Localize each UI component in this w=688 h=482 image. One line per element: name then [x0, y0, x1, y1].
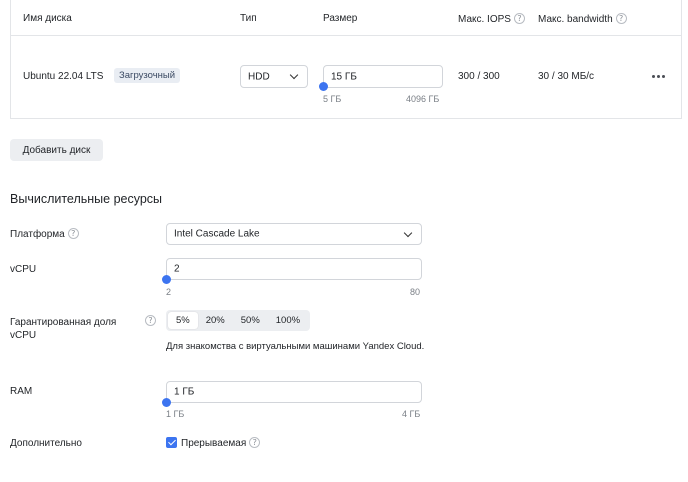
disk-size-value: 15 ГБ: [331, 71, 357, 82]
disk-size-slider-thumb[interactable]: [319, 82, 328, 91]
disk-size-min: 5 ГБ: [323, 94, 342, 104]
ram-max: 4 ГБ: [402, 409, 421, 419]
boot-disk-badge: Загрузочный: [114, 68, 181, 83]
more-actions-icon[interactable]: [652, 70, 667, 81]
compute-section-title: Вычислительные ресурсы: [10, 192, 163, 206]
column-header-max-bandwidth-label: Макс. bandwidth: [538, 14, 613, 25]
help-icon[interactable]: ?: [513, 13, 525, 24]
table-header-divider: [11, 35, 681, 36]
core-fraction-option-20[interactable]: 20%: [198, 312, 233, 329]
ram-value: 1 ГБ: [174, 386, 195, 398]
disk-size-max: 4096 ГБ: [406, 94, 440, 104]
ram-min: 1 ГБ: [166, 409, 185, 419]
column-header-max-iops: Макс. IOPS?: [458, 13, 525, 25]
platform-select[interactable]: Intel Cascade Lake: [166, 223, 422, 245]
vcpu-max: 80: [410, 287, 421, 297]
help-icon[interactable]: ?: [67, 228, 79, 239]
core-fraction-option-5[interactable]: 5%: [168, 312, 198, 329]
platform-label: Платформа?: [10, 228, 79, 240]
core-fraction-note: Для знакомства с виртуальными машинами Y…: [166, 341, 425, 352]
column-header-type: Тип: [240, 13, 257, 24]
disk-type-value: HDD: [248, 71, 270, 82]
chevron-down-icon: [289, 70, 299, 80]
help-icon[interactable]: ?: [615, 13, 627, 24]
preemptible-label[interactable]: Прерываемая: [181, 438, 246, 449]
preemptible-option: Прерываемая?: [181, 437, 261, 449]
vcpu-value: 2: [174, 263, 180, 275]
add-disk-button[interactable]: Добавить диск: [10, 139, 103, 161]
additional-label: Дополнительно: [10, 438, 82, 449]
vcpu-input[interactable]: 2: [166, 258, 422, 280]
column-header-max-bandwidth: Макс. bandwidth?: [538, 13, 627, 25]
ram-label: RAM: [10, 386, 33, 397]
core-fraction-segmented-control: 5% 20% 50% 100%: [166, 310, 311, 331]
core-fraction-option-100[interactable]: 100%: [268, 312, 308, 329]
ram-input[interactable]: 1 ГБ: [166, 381, 422, 403]
column-header-name: Имя диска: [23, 13, 72, 24]
platform-label-text: Платформа: [10, 229, 65, 240]
vcpu-min: 2: [166, 287, 172, 297]
help-icon[interactable]: ?: [249, 437, 261, 448]
disk-bandwidth: 30 / 30 МБ/с: [538, 71, 595, 82]
preemptible-checkbox[interactable]: [166, 437, 177, 448]
ram-slider-thumb[interactable]: [162, 398, 171, 407]
disk-iops: 300 / 300: [458, 71, 500, 82]
column-header-max-iops-label: Макс. IOPS: [458, 14, 511, 25]
column-header-size: Размер: [323, 13, 358, 24]
vcpu-label: vCPU: [10, 264, 37, 275]
help-icon[interactable]: ?: [145, 315, 156, 326]
vcpu-slider-thumb[interactable]: [162, 275, 171, 284]
disk-type-select[interactable]: HDD: [240, 65, 308, 88]
disk-name: Ubuntu 22.04 LTS: [23, 71, 104, 82]
disk-table: Имя диска Тип Размер Макс. IOPS? Макс. b…: [10, 0, 682, 119]
platform-value: Intel Cascade Lake: [174, 228, 260, 240]
core-fraction-label: Гарантированная доля vCPU: [10, 317, 117, 341]
disk-size-input[interactable]: 15 ГБ: [323, 65, 443, 88]
core-fraction-option-50[interactable]: 50%: [233, 312, 268, 329]
chevron-down-icon: [403, 228, 413, 237]
